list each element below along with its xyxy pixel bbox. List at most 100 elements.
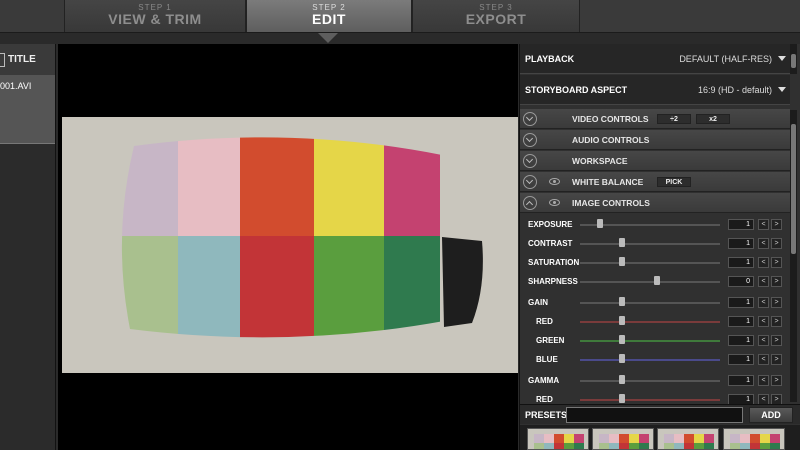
double-speed-button[interactable]: x2 — [696, 113, 730, 124]
slider-track[interactable] — [580, 321, 720, 323]
add-preset-button[interactable]: ADD — [749, 407, 793, 423]
thumbnail-tile — [704, 434, 714, 443]
slider-value-field[interactable]: 1 — [728, 354, 754, 365]
chevron-down-icon[interactable] — [778, 56, 786, 61]
thumbnail-tile — [740, 434, 750, 443]
white-balance-section[interactable]: WHITE BALANCE PICK — [520, 172, 790, 192]
slider-thumb[interactable] — [596, 219, 603, 228]
slider-track[interactable] — [580, 359, 720, 361]
decrement-button[interactable]: < — [758, 238, 769, 249]
preset-thumbnail[interactable] — [592, 428, 654, 450]
slider-track[interactable] — [580, 302, 720, 304]
title-column-header[interactable]: TITLE — [8, 54, 36, 65]
section-title: WHITE BALANCE — [572, 176, 644, 187]
slider-track[interactable] — [580, 262, 720, 264]
increment-button[interactable]: > — [771, 316, 782, 327]
playback-setting[interactable]: PLAYBACK DEFAULT (HALF-RES) — [520, 44, 790, 74]
collapse-icon[interactable] — [523, 195, 537, 210]
chevron-down-icon[interactable] — [778, 87, 786, 92]
increment-button[interactable]: > — [771, 219, 782, 230]
slider-track[interactable] — [580, 340, 720, 342]
increment-button[interactable]: > — [771, 335, 782, 346]
settings-scrollbar[interactable] — [790, 44, 797, 74]
increment-button[interactable]: > — [771, 257, 782, 268]
scroll-thumb[interactable] — [791, 54, 796, 68]
decrement-button[interactable]: < — [758, 276, 769, 287]
slider-value-field[interactable]: 1 — [728, 335, 754, 346]
slider-track[interactable] — [580, 281, 720, 283]
slider-value-field[interactable]: 1 — [728, 297, 754, 308]
step-view-trim[interactable]: STEP 1 VIEW & TRIM — [64, 0, 246, 32]
slider-thumb[interactable] — [654, 276, 660, 285]
preset-thumbnail[interactable] — [657, 428, 719, 450]
increment-button[interactable]: > — [771, 297, 782, 308]
thumbnail-tile — [664, 443, 674, 449]
slider-value-field[interactable]: 1 — [728, 316, 754, 327]
step-edit[interactable]: STEP 2 EDIT — [246, 0, 412, 32]
file-panel-header: TITLE — [0, 44, 55, 76]
slider-row: EXPOSURE 1 < > — [520, 215, 790, 234]
slider-track[interactable] — [580, 243, 720, 245]
eye-icon[interactable] — [549, 178, 560, 185]
slider-thumb[interactable] — [619, 375, 625, 384]
increment-button[interactable]: > — [771, 238, 782, 249]
expand-icon[interactable] — [523, 111, 537, 126]
slider-row: SATURATION 1 < > — [520, 253, 790, 272]
expand-icon[interactable] — [523, 132, 537, 147]
slider-track[interactable] — [580, 399, 720, 401]
step-export[interactable]: STEP 3 EXPORT — [412, 0, 580, 32]
video-controls-section[interactable]: VIDEO CONTROLS ÷2 x2 — [520, 109, 790, 129]
video-frame — [62, 117, 518, 373]
preset-thumbnail[interactable] — [723, 428, 785, 450]
increment-button[interactable]: > — [771, 276, 782, 287]
slider-track[interactable] — [580, 380, 720, 382]
decrement-button[interactable]: < — [758, 257, 769, 268]
thumbnail-tile — [639, 443, 649, 449]
increment-button[interactable]: > — [771, 375, 782, 386]
color-chart-image — [121, 137, 483, 338]
select-all-checkbox[interactable] — [0, 52, 5, 67]
slider-thumb[interactable] — [619, 238, 625, 247]
decrement-button[interactable]: < — [758, 316, 769, 327]
slider-thumb[interactable] — [619, 335, 625, 344]
file-list-item[interactable]: 001.AVI — [0, 76, 55, 144]
decrement-button[interactable]: < — [758, 297, 769, 308]
slider-thumb[interactable] — [619, 354, 625, 363]
color-tile — [314, 236, 384, 338]
audio-controls-section[interactable]: AUDIO CONTROLS — [520, 130, 790, 150]
workspace-section[interactable]: WORKSPACE — [520, 151, 790, 171]
decrement-button[interactable]: < — [758, 335, 769, 346]
slider-value-field[interactable]: 1 — [728, 238, 754, 249]
video-preview[interactable] — [58, 44, 518, 450]
preset-name-input[interactable] — [566, 407, 743, 423]
step-bar: STEP 1 VIEW & TRIM STEP 2 EDIT STEP 3 EX… — [0, 0, 800, 33]
decrement-button[interactable]: < — [758, 375, 769, 386]
slider-thumb[interactable] — [619, 297, 625, 306]
pick-button[interactable]: PICK — [657, 176, 691, 187]
slider-thumb[interactable] — [619, 316, 625, 325]
storyboard-aspect-setting[interactable]: STORYBOARD ASPECT 16:9 (HD - default) — [520, 75, 790, 105]
slider-label: SHARPNESS — [528, 277, 578, 286]
scroll-thumb[interactable] — [791, 124, 796, 254]
expand-icon[interactable] — [523, 153, 537, 168]
increment-button[interactable]: > — [771, 354, 782, 365]
slider-value-field[interactable]: 1 — [728, 219, 754, 230]
decrement-button[interactable]: < — [758, 219, 769, 230]
slider-thumb[interactable] — [619, 257, 625, 266]
slider-value-field[interactable]: 0 — [728, 276, 754, 287]
thumbnail-tile — [609, 434, 619, 443]
slider-thumb[interactable] — [619, 394, 625, 403]
slider-value-field[interactable]: 1 — [728, 257, 754, 268]
thumbnail-tile — [534, 434, 544, 443]
thumbnail-tile — [574, 443, 584, 449]
preset-thumbnail[interactable] — [527, 428, 589, 450]
slider-label: SATURATION — [528, 258, 580, 267]
half-speed-button[interactable]: ÷2 — [657, 113, 691, 124]
image-controls-section[interactable]: IMAGE CONTROLS — [520, 193, 790, 213]
slider-row: BLUE 1 < > — [520, 350, 790, 369]
slider-value-field[interactable]: 1 — [728, 375, 754, 386]
controls-scrollbar[interactable] — [790, 110, 797, 402]
decrement-button[interactable]: < — [758, 354, 769, 365]
eye-icon[interactable] — [549, 199, 560, 206]
expand-icon[interactable] — [523, 174, 537, 189]
